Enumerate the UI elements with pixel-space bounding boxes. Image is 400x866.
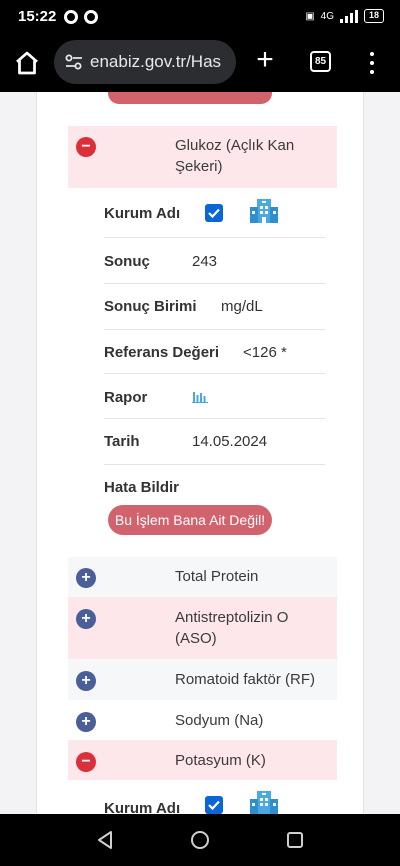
test-name: Antistreptolizin O (ASO) bbox=[175, 609, 289, 647]
tab-switcher-button[interactable]: 85 bbox=[310, 51, 331, 72]
not-my-record-button[interactable]: Bu İşlem Bana Ait Değil! bbox=[108, 505, 272, 535]
detail-row-rapor: Rapor bbox=[104, 374, 325, 419]
back-icon[interactable] bbox=[96, 830, 114, 850]
unit-value: mg/dL bbox=[221, 298, 263, 315]
page-content: − Glukoz (Açlık Kan Şekeri) Kurum Adı So… bbox=[0, 92, 400, 814]
collapse-icon[interactable]: − bbox=[76, 752, 96, 772]
detail-row-sonuc: Sonuç 243 bbox=[104, 238, 325, 284]
home-icon[interactable] bbox=[12, 48, 42, 78]
test-row-rf[interactable]: + Romatoid faktör (RF) bbox=[68, 659, 337, 700]
detail-row-kurum: Kurum Adı bbox=[104, 188, 325, 238]
detail-label: Tarih bbox=[104, 433, 140, 450]
signal-icon bbox=[339, 9, 358, 23]
detail-label: Hata Bildir bbox=[104, 479, 180, 496]
browser-menu-button[interactable] bbox=[364, 48, 380, 78]
test-row-sodyum[interactable]: + Sodyum (Na) bbox=[68, 700, 337, 740]
test-row-total-protein[interactable]: + Total Protein bbox=[68, 557, 337, 597]
detail-label: Kurum Adı bbox=[104, 205, 181, 222]
test-name: Potasyum (K) bbox=[175, 752, 266, 769]
test-name: Glukoz (Açlık Kan Şekeri) bbox=[175, 137, 295, 175]
detail-label: Kurum Adı bbox=[104, 800, 181, 814]
detail-label: Referans Değeri bbox=[104, 344, 220, 361]
battery-icon: 18 bbox=[363, 9, 384, 23]
detail-row-birim: Sonuç Birimi mg/dL bbox=[104, 284, 325, 330]
date-value: 14.05.2024 bbox=[192, 433, 268, 450]
test-row-potasyum[interactable]: − Potasyum (K) bbox=[68, 740, 337, 780]
new-tab-button[interactable]: + bbox=[250, 45, 280, 76]
chrome-notification-icon bbox=[64, 10, 78, 24]
expand-icon[interactable]: + bbox=[76, 671, 96, 691]
hospital-building-icon[interactable] bbox=[249, 789, 279, 814]
expand-icon[interactable]: + bbox=[76, 568, 96, 588]
institution-checkbox[interactable] bbox=[205, 204, 223, 222]
expand-icon[interactable]: + bbox=[76, 609, 96, 629]
chrome-notification-icon bbox=[84, 10, 98, 24]
hospital-building-icon[interactable] bbox=[249, 197, 279, 225]
institution-checkbox[interactable] bbox=[205, 796, 223, 814]
detail-row-referans: Referans Değeri <126 * bbox=[104, 330, 325, 374]
site-settings-icon[interactable] bbox=[64, 53, 84, 71]
test-name: Romatoid faktör (RF) bbox=[175, 671, 316, 688]
test-name: Total Protein bbox=[175, 568, 259, 585]
test-row-aso[interactable]: + Antistreptolizin O (ASO) bbox=[68, 597, 337, 659]
address-bar[interactable]: enabiz.gov.tr/Has bbox=[54, 40, 236, 84]
detail-label: Sonuç Birimi bbox=[104, 298, 197, 315]
detail-label: Rapor bbox=[104, 389, 148, 406]
result-value: 243 bbox=[192, 253, 218, 270]
detail-label: Sonuç bbox=[104, 253, 150, 270]
detail-row-kurum-potasyum: Kurum Adı bbox=[104, 780, 325, 814]
test-name: Sodyum (Na) bbox=[175, 712, 264, 729]
browser-toolbar: enabiz.gov.tr/Has + 85 bbox=[0, 36, 400, 92]
home-nav-icon[interactable] bbox=[191, 831, 209, 849]
system-navigation-bar bbox=[0, 814, 400, 866]
detail-row-tarih: Tarih 14.05.2024 bbox=[104, 419, 325, 465]
recent-apps-icon[interactable] bbox=[287, 832, 303, 848]
network-type: 4G bbox=[320, 10, 334, 22]
report-chart-icon[interactable] bbox=[192, 389, 208, 403]
collapse-icon[interactable]: − bbox=[76, 137, 96, 157]
status-bar: 15:22 ▣ 4G 18 bbox=[0, 0, 400, 36]
test-row-glukoz[interactable]: − Glukoz (Açlık Kan Şekeri) bbox=[68, 126, 337, 188]
vibrate-icon: ▣ bbox=[305, 10, 315, 22]
url-text: enabiz.gov.tr/Has bbox=[90, 52, 222, 71]
expand-icon[interactable]: + bbox=[76, 712, 96, 732]
reference-value: <126 * bbox=[243, 344, 287, 361]
clock: 15:22 bbox=[18, 8, 57, 25]
partial-report-button[interactable] bbox=[108, 92, 272, 104]
